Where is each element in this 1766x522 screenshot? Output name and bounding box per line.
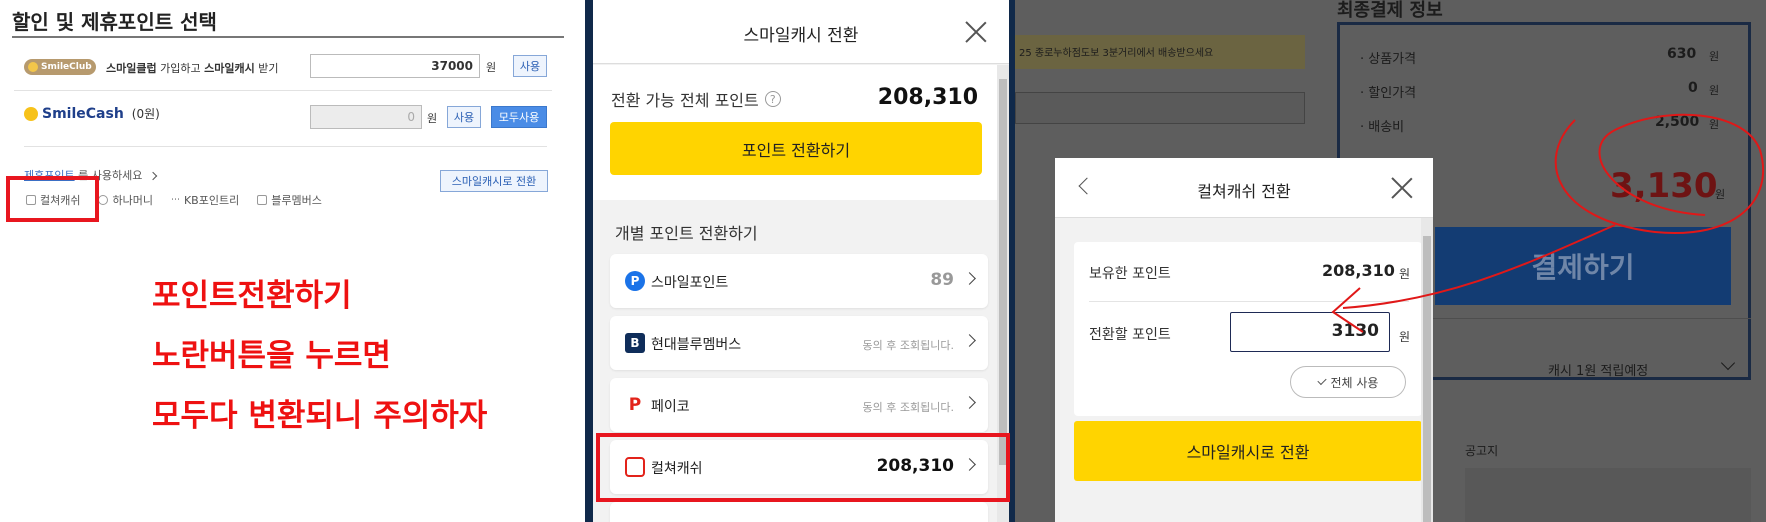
smileclub-logo: SmileClub: [24, 59, 96, 75]
title-divider: [12, 36, 564, 38]
convert-all-points-button[interactable]: 포인트 전환하기: [610, 122, 982, 175]
scrollbar-thumb[interactable]: [999, 79, 1007, 465]
help-icon[interactable]: ?: [764, 91, 781, 107]
arrow-head: [1331, 287, 1364, 333]
circle-scribble: [1554, 113, 1765, 234]
point-value: 동의 후 조회됩니다.: [862, 339, 954, 352]
section-title: 개별 포인트 전환하기: [615, 224, 758, 243]
page-title: 할인 및 제휴포인트 선택: [12, 10, 217, 34]
point-item-smilepoint[interactable]: P 스마일포인트 89: [610, 254, 988, 308]
smilecash-convert-panel: 스마일캐시 전환 전환 가능 전체 포인트 ? 208,310 포인트 전환하기…: [585, 0, 1015, 522]
discount-points-panel: 할인 및 제휴포인트 선택 SmileClub 스마일클럽 가입하고 스마일캐시…: [0, 0, 585, 522]
red-scribble-annotation: [1331, 113, 1765, 333]
annotation-line-3: 모두다 변환되니 주의하자: [152, 398, 488, 434]
close-icon[interactable]: [965, 21, 987, 43]
total-points-summary: 전환 가능 전체 포인트 ? 208,310 포인트 전환하기: [593, 65, 998, 200]
row-divider: [14, 90, 552, 91]
hanamoney-icon: [98, 195, 109, 205]
arrow-line: [1342, 224, 1616, 309]
chevron-right-icon: [963, 272, 976, 285]
smilecash-logo: SmileCash (0원): [24, 105, 160, 122]
total-points-value: 208,310: [877, 85, 978, 110]
point-value: 동의 후 조회됩니다.: [862, 401, 954, 414]
smilecash-balance: (0원): [131, 107, 160, 121]
payco-icon: P: [628, 395, 642, 415]
convert-to-smilecash-button[interactable]: 스마일캐시로 전환: [440, 170, 548, 192]
point-name: 페이코: [651, 399, 690, 415]
smileclub-use-button[interactable]: 사용: [513, 55, 547, 77]
row-divider: [24, 146, 547, 147]
highlight-box: [6, 176, 99, 222]
chevron-right-icon: [963, 396, 976, 409]
modal-header: 스마일캐시 전환: [593, 0, 1009, 64]
smilecash-amount-input[interactable]: 0: [310, 105, 422, 129]
smilepoint-icon: P: [625, 271, 645, 291]
point-name: 스마일포인트: [651, 275, 729, 291]
highlight-box: [596, 433, 1010, 502]
chevron-right-icon: [148, 171, 158, 181]
partner-item-bluemembers[interactable]: 블루멤버스: [257, 192, 322, 208]
smilecash-use-all-button[interactable]: 모두사용: [491, 106, 547, 128]
bluemembers-icon: [257, 195, 268, 205]
smile-icon: [24, 106, 38, 121]
smileclub-amount-input[interactable]: 37000: [310, 54, 480, 78]
partner-item-hanamoney[interactable]: 하나머니: [98, 192, 153, 208]
annotation-line-2: 노란버튼을 누르면: [152, 338, 391, 374]
unit-label: 원: [427, 112, 438, 125]
smile-icon: [28, 62, 38, 72]
kb-icon: ⋯: [170, 195, 180, 205]
bluemembers-icon: B: [625, 333, 645, 353]
unit-label: 원: [486, 61, 497, 74]
point-name: 현대블루멤버스: [651, 337, 742, 353]
culturecash-convert-panel: 25 종로누하점도보 3분거리에서 배송받으세요 최종결제 정보 · 상품가격 …: [1015, 0, 1766, 522]
total-points-label: 전환 가능 전체 포인트 ?: [611, 87, 781, 111]
modal-title: 스마일캐시 전환: [743, 26, 859, 46]
smilecash-use-button[interactable]: 사용: [447, 106, 481, 128]
point-item-payco[interactable]: P 페이코 동의 후 조회됩니다.: [610, 378, 988, 432]
point-item-partial[interactable]: [610, 502, 988, 522]
annotation-line-1: 포인트전환하기: [152, 278, 352, 314]
smileclub-join-text: 스마일클럽 가입하고 스마일캐시 받기: [106, 62, 279, 75]
partner-item-kbpointree[interactable]: ⋯ KB포인트리: [171, 192, 239, 208]
chevron-right-icon: [963, 334, 976, 347]
point-value: 89: [930, 270, 954, 290]
point-item-bluemembers[interactable]: B 현대블루멤버스 동의 후 조회됩니다.: [610, 316, 988, 370]
